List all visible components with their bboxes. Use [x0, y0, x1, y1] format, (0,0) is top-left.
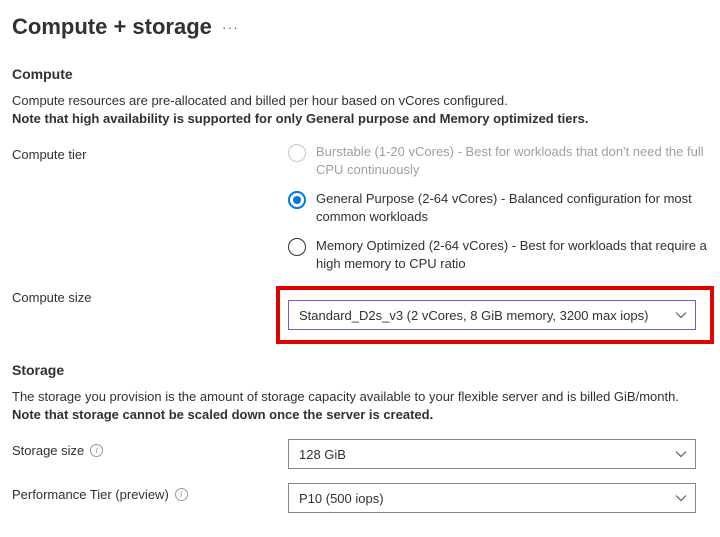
storage-desc-text: The storage you provision is the amount …	[12, 389, 679, 404]
storage-size-label: Storage size	[12, 443, 84, 458]
chevron-down-icon	[675, 448, 687, 460]
radio-burstable-label: Burstable (1-20 vCores) - Best for workl…	[316, 143, 708, 178]
compute-description: Compute resources are pre-allocated and …	[12, 92, 708, 127]
compute-tier-radio-group: Burstable (1-20 vCores) - Best for workl…	[288, 143, 708, 272]
storage-size-label-col: Storage size i	[12, 439, 288, 458]
storage-size-dropdown[interactable]: 128 GiB	[288, 439, 696, 469]
radio-icon	[288, 191, 306, 209]
compute-desc-text: Compute resources are pre-allocated and …	[12, 93, 508, 108]
radio-memory-optimized[interactable]: Memory Optimized (2-64 vCores) - Best fo…	[288, 237, 708, 272]
compute-tier-label: Compute tier	[12, 143, 288, 162]
performance-tier-label-col: Performance Tier (preview) i	[12, 483, 288, 502]
compute-tier-row: Compute tier Burstable (1-20 vCores) - B…	[12, 143, 708, 272]
storage-description: The storage you provision is the amount …	[12, 388, 708, 423]
compute-size-row: Compute size Standard_D2s_v3 (2 vCores, …	[12, 286, 708, 344]
page-title: Compute + storage	[12, 14, 212, 40]
radio-general-purpose[interactable]: General Purpose (2-64 vCores) - Balanced…	[288, 190, 708, 225]
compute-size-value: Standard_D2s_v3 (2 vCores, 8 GiB memory,…	[299, 308, 648, 323]
info-icon[interactable]: i	[90, 444, 103, 457]
performance-tier-dropdown[interactable]: P10 (500 iops)	[288, 483, 696, 513]
radio-memory-label: Memory Optimized (2-64 vCores) - Best fo…	[316, 237, 708, 272]
radio-burstable: Burstable (1-20 vCores) - Best for workl…	[288, 143, 708, 178]
performance-tier-label: Performance Tier (preview)	[12, 487, 169, 502]
chevron-down-icon	[675, 309, 687, 321]
page-header: Compute + storage ···	[12, 14, 708, 40]
performance-tier-value: P10 (500 iops)	[299, 491, 384, 506]
compute-heading: Compute	[12, 66, 708, 82]
storage-desc-note: Note that storage cannot be scaled down …	[12, 407, 433, 422]
more-actions-icon[interactable]: ···	[222, 19, 239, 35]
compute-size-label: Compute size	[12, 286, 288, 305]
compute-size-highlight: Standard_D2s_v3 (2 vCores, 8 GiB memory,…	[276, 286, 714, 344]
info-icon[interactable]: i	[175, 488, 188, 501]
storage-heading: Storage	[12, 362, 708, 378]
performance-tier-row: Performance Tier (preview) i P10 (500 io…	[12, 483, 708, 513]
radio-icon	[288, 144, 306, 162]
chevron-down-icon	[675, 492, 687, 504]
storage-size-row: Storage size i 128 GiB	[12, 439, 708, 469]
radio-general-label: General Purpose (2-64 vCores) - Balanced…	[316, 190, 708, 225]
storage-size-value: 128 GiB	[299, 447, 346, 462]
compute-size-dropdown[interactable]: Standard_D2s_v3 (2 vCores, 8 GiB memory,…	[288, 300, 696, 330]
compute-desc-note: Note that high availability is supported…	[12, 111, 588, 126]
radio-icon	[288, 238, 306, 256]
